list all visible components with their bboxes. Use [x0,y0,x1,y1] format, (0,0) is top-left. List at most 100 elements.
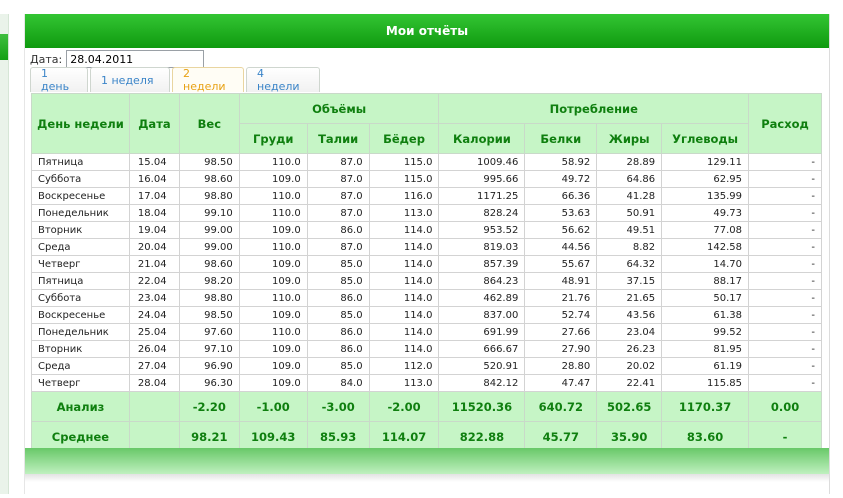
cell-hips: 113.0 [368,204,440,222]
cell-waist: 87.0 [306,204,370,222]
cell-fats: 28.89 [596,153,663,171]
col-header-day: День недели [31,93,130,154]
cell-hips: 116.0 [368,187,440,205]
cell-carbs: 62.95 [661,170,750,188]
date-filter: Дата: [30,50,205,68]
cell-proteins: 58.92 [524,153,598,171]
col-group-volumes: Объёмы [238,93,440,124]
tab-1-week[interactable]: 1 неделя [90,67,170,92]
cell-fats: 41.28 [596,187,663,205]
cell-calories: 842.12 [438,374,526,392]
cell-calories: 462.89 [438,289,526,307]
table-row: Суббота 16.04 98.60 109.0 87.0 115.0 995.66 49.… [31,170,822,188]
cell-hips: 115.0 [368,170,440,188]
cell-waist: 87.0 [306,187,370,205]
analysis-weight: -2.20 [178,391,240,422]
analysis-hips: -2.00 [368,391,440,422]
col-header-weight: Вес [178,93,240,154]
table-row: Вторник 19.04 99.00 109.0 86.0 114.0 953.52 56.… [31,221,822,239]
cell-day: Среда [31,238,130,256]
table-row: Четверг 21.04 98.60 109.0 85.0 114.0 857.39 55.… [31,255,822,273]
cell-proteins: 53.63 [524,204,598,222]
cell-date: 16.04 [128,170,180,188]
cell-hips: 114.0 [368,306,440,324]
tab-1-day[interactable]: 1 день [30,67,88,93]
cell-day: Воскресенье [31,306,130,324]
cell-day: Пятница [31,272,130,290]
cell-calories: 828.24 [438,204,526,222]
analysis-proteins: 640.72 [524,391,598,422]
cell-proteins: 66.36 [524,187,598,205]
cell-carbs: 61.19 [661,357,750,375]
cell-chest: 110.0 [238,323,308,341]
cell-waist: 86.0 [306,221,370,239]
cell-fats: 22.41 [596,374,663,392]
cell-calories: 691.99 [438,323,526,341]
cell-day: Суббота [31,170,130,188]
cell-day: Четверг [31,255,130,273]
cell-fats: 26.23 [596,340,663,358]
cell-waist: 84.0 [306,374,370,392]
cell-calories: 1009.46 [438,153,526,171]
cell-carbs: 88.17 [661,272,750,290]
table-row: Четверг 28.04 96.30 109.0 84.0 113.0 842.12 47.… [31,374,822,392]
cell-day: Среда [31,357,130,375]
cell-calories: 837.00 [438,306,526,324]
col-header-calories: Калории [438,123,526,154]
cell-day: Понедельник [31,323,130,341]
date-input[interactable] [66,50,205,68]
cell-proteins: 52.74 [524,306,598,324]
cell-fats: 8.82 [596,238,663,256]
cell-date: 15.04 [128,153,180,171]
table-row: Воскресенье 17.04 98.80 110.0 87.0 116.0 1171.… [31,187,822,205]
cell-date: 25.04 [128,323,180,341]
cell-weight: 98.20 [178,272,240,290]
cell-date: 28.04 [128,374,180,392]
cell-calories: 864.23 [438,272,526,290]
table-row: Среда 20.04 99.00 110.0 87.0 114.0 819.03 44.56… [31,238,822,256]
cell-calories: 995.66 [438,170,526,188]
analysis-expense: 0.00 [748,391,822,422]
left-sidebar-strip [0,14,9,494]
table-row: Вторник 26.04 97.10 109.0 86.0 114.0 666.67 27.… [31,340,822,358]
cell-chest: 109.0 [238,340,308,358]
cell-hips: 114.0 [368,255,440,273]
average-weight: 98.21 [178,421,240,452]
cell-weight: 99.10 [178,204,240,222]
cell-proteins: 44.56 [524,238,598,256]
cell-carbs: 50.17 [661,289,750,307]
cell-hips: 114.0 [368,323,440,341]
cell-weight: 98.80 [178,289,240,307]
cell-proteins: 48.91 [524,272,598,290]
tab-4-weeks[interactable]: 4 недели [246,67,320,93]
cell-day: Пятница [31,153,130,171]
cell-proteins: 27.66 [524,323,598,341]
cell-day: Суббота [31,289,130,307]
cell-expense: - [748,357,822,375]
cell-hips: 114.0 [368,272,440,290]
cell-calories: 666.67 [438,340,526,358]
analysis-calories: 11520.36 [438,391,526,422]
cell-waist: 87.0 [306,153,370,171]
cell-weight: 99.00 [178,221,240,239]
average-calories: 822.88 [438,421,526,452]
tab-2-weeks[interactable]: 2 недели [172,67,244,93]
cell-weight: 97.10 [178,340,240,358]
cell-chest: 109.0 [238,272,308,290]
cell-carbs: 14.70 [661,255,750,273]
cell-fats: 21.65 [596,289,663,307]
cell-expense: - [748,374,822,392]
cell-carbs: 99.52 [661,323,750,341]
cell-date: 21.04 [128,255,180,273]
cell-expense: - [748,306,822,324]
cell-carbs: 49.73 [661,204,750,222]
analysis-fats: 502.65 [596,391,663,422]
cell-chest: 110.0 [238,289,308,307]
average-carbs: 83.60 [661,421,750,452]
panel-title: Мои отчёты [25,14,829,48]
cell-weight: 96.30 [178,374,240,392]
table-row: Понедельник 25.04 97.60 110.0 86.0 114.0 691.9… [31,323,822,341]
cell-date: 20.04 [128,238,180,256]
analysis-label: Анализ [31,391,130,422]
cell-fats: 37.15 [596,272,663,290]
